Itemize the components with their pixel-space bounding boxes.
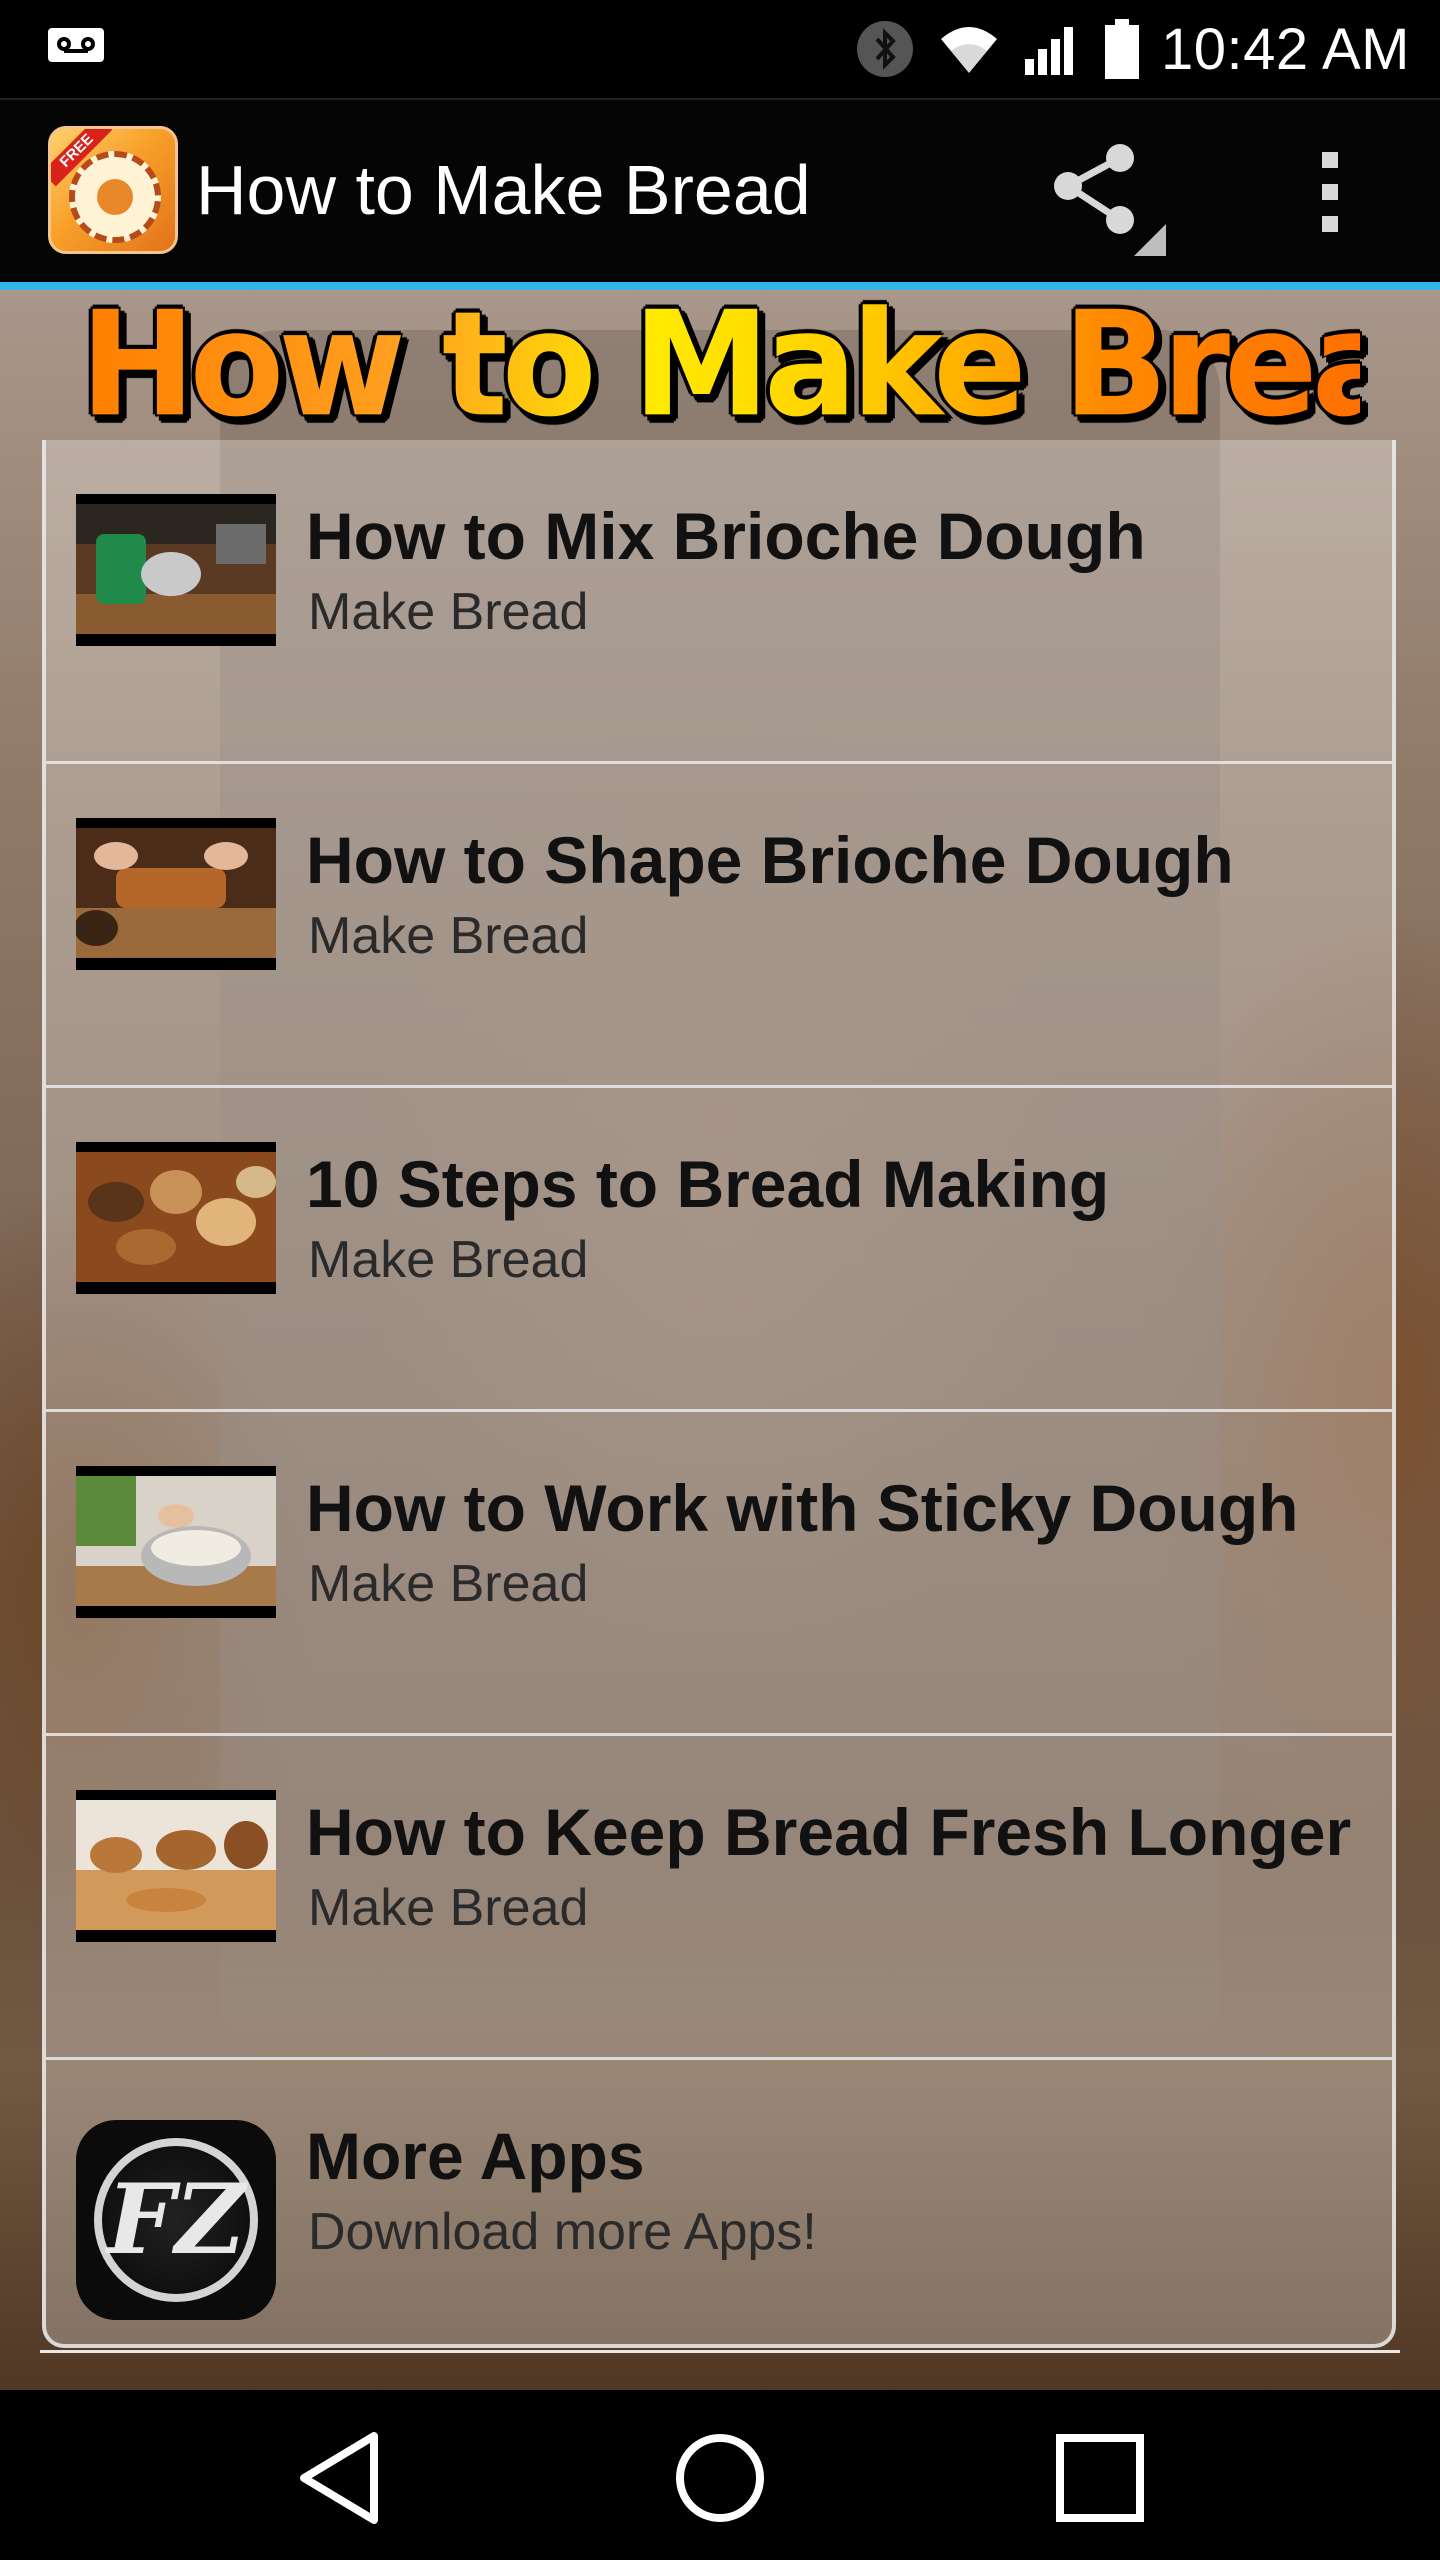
home-icon — [676, 2434, 764, 2522]
list-item-title: 10 Steps to Bread Making — [306, 1147, 1110, 1221]
more-apps-item[interactable]: FZ More Apps Download more Apps! — [46, 2060, 1392, 2384]
overflow-menu-button[interactable] — [1300, 140, 1360, 250]
fz-logo-text: FZ — [106, 2163, 246, 2276]
overflow-menu-icon — [1322, 152, 1338, 232]
video-thumbnail — [76, 1142, 276, 1294]
status-icons: 10:42 AM — [855, 14, 1410, 84]
bluetooth-icon — [856, 21, 913, 77]
voicemail-icon — [46, 22, 106, 72]
list-item-title: How to Work with Sticky Dough — [306, 1471, 1299, 1545]
wifi-icon — [940, 27, 997, 73]
list-item-subtitle: Make Bread — [308, 1555, 589, 1613]
video-thumbnail — [76, 494, 276, 646]
bread-logo-icon — [69, 151, 161, 243]
list-item-subtitle: Make Bread — [308, 1231, 589, 1289]
list-item-title: How to Shape Brioche Dough — [306, 823, 1234, 897]
back-button[interactable] — [270, 2418, 410, 2538]
list-item[interactable]: How to Shape Brioche Dough Make Bread — [46, 764, 1392, 1088]
status-time: 10:42 AM — [1160, 16, 1410, 82]
battery-icon — [1104, 19, 1139, 79]
list-item[interactable]: How to Keep Bread Fresh Longer Make Brea… — [46, 1736, 1392, 2060]
list-item-subtitle: Make Bread — [308, 907, 589, 965]
home-button[interactable] — [650, 2418, 790, 2538]
list-item-subtitle: Make Bread — [308, 1879, 589, 1937]
video-thumbnail — [76, 818, 276, 970]
signal-icon — [1024, 27, 1073, 75]
navigation-bar — [0, 2390, 1440, 2560]
list-item[interactable]: How to Work with Sticky Dough Make Bread — [46, 1412, 1392, 1736]
list-item-title: More Apps — [306, 2119, 645, 2193]
video-thumbnail — [76, 1466, 276, 1618]
status-bar: 10:42 AM — [0, 0, 1440, 98]
fz-logo-icon: FZ — [76, 2120, 276, 2320]
list-item-title: How to Keep Bread Fresh Longer — [306, 1795, 1352, 1869]
list-item[interactable]: 10 Steps to Bread Making Make Bread — [46, 1088, 1392, 1412]
list-item-subtitle: Download more Apps! — [308, 2203, 817, 2261]
back-icon — [300, 2432, 378, 2524]
video-thumbnail — [76, 1790, 276, 1942]
list-item-subtitle: Make Bread — [308, 583, 589, 641]
video-list: How to Mix Brioche Dough Make Bread How … — [42, 440, 1396, 2348]
app-icon[interactable]: FREE — [48, 126, 178, 254]
banner-title: How to Make Bread — [80, 279, 1440, 449]
share-icon — [1054, 144, 1166, 256]
share-button[interactable] — [1040, 140, 1170, 260]
recents-icon — [1056, 2434, 1144, 2522]
list-item-title: How to Mix Brioche Dough — [306, 499, 1146, 573]
list-bottom-divider — [40, 2350, 1400, 2353]
list-item[interactable]: How to Mix Brioche Dough Make Bread — [46, 440, 1392, 764]
recents-button[interactable] — [1032, 2418, 1172, 2538]
app-title: How to Make Bread — [196, 151, 811, 229]
